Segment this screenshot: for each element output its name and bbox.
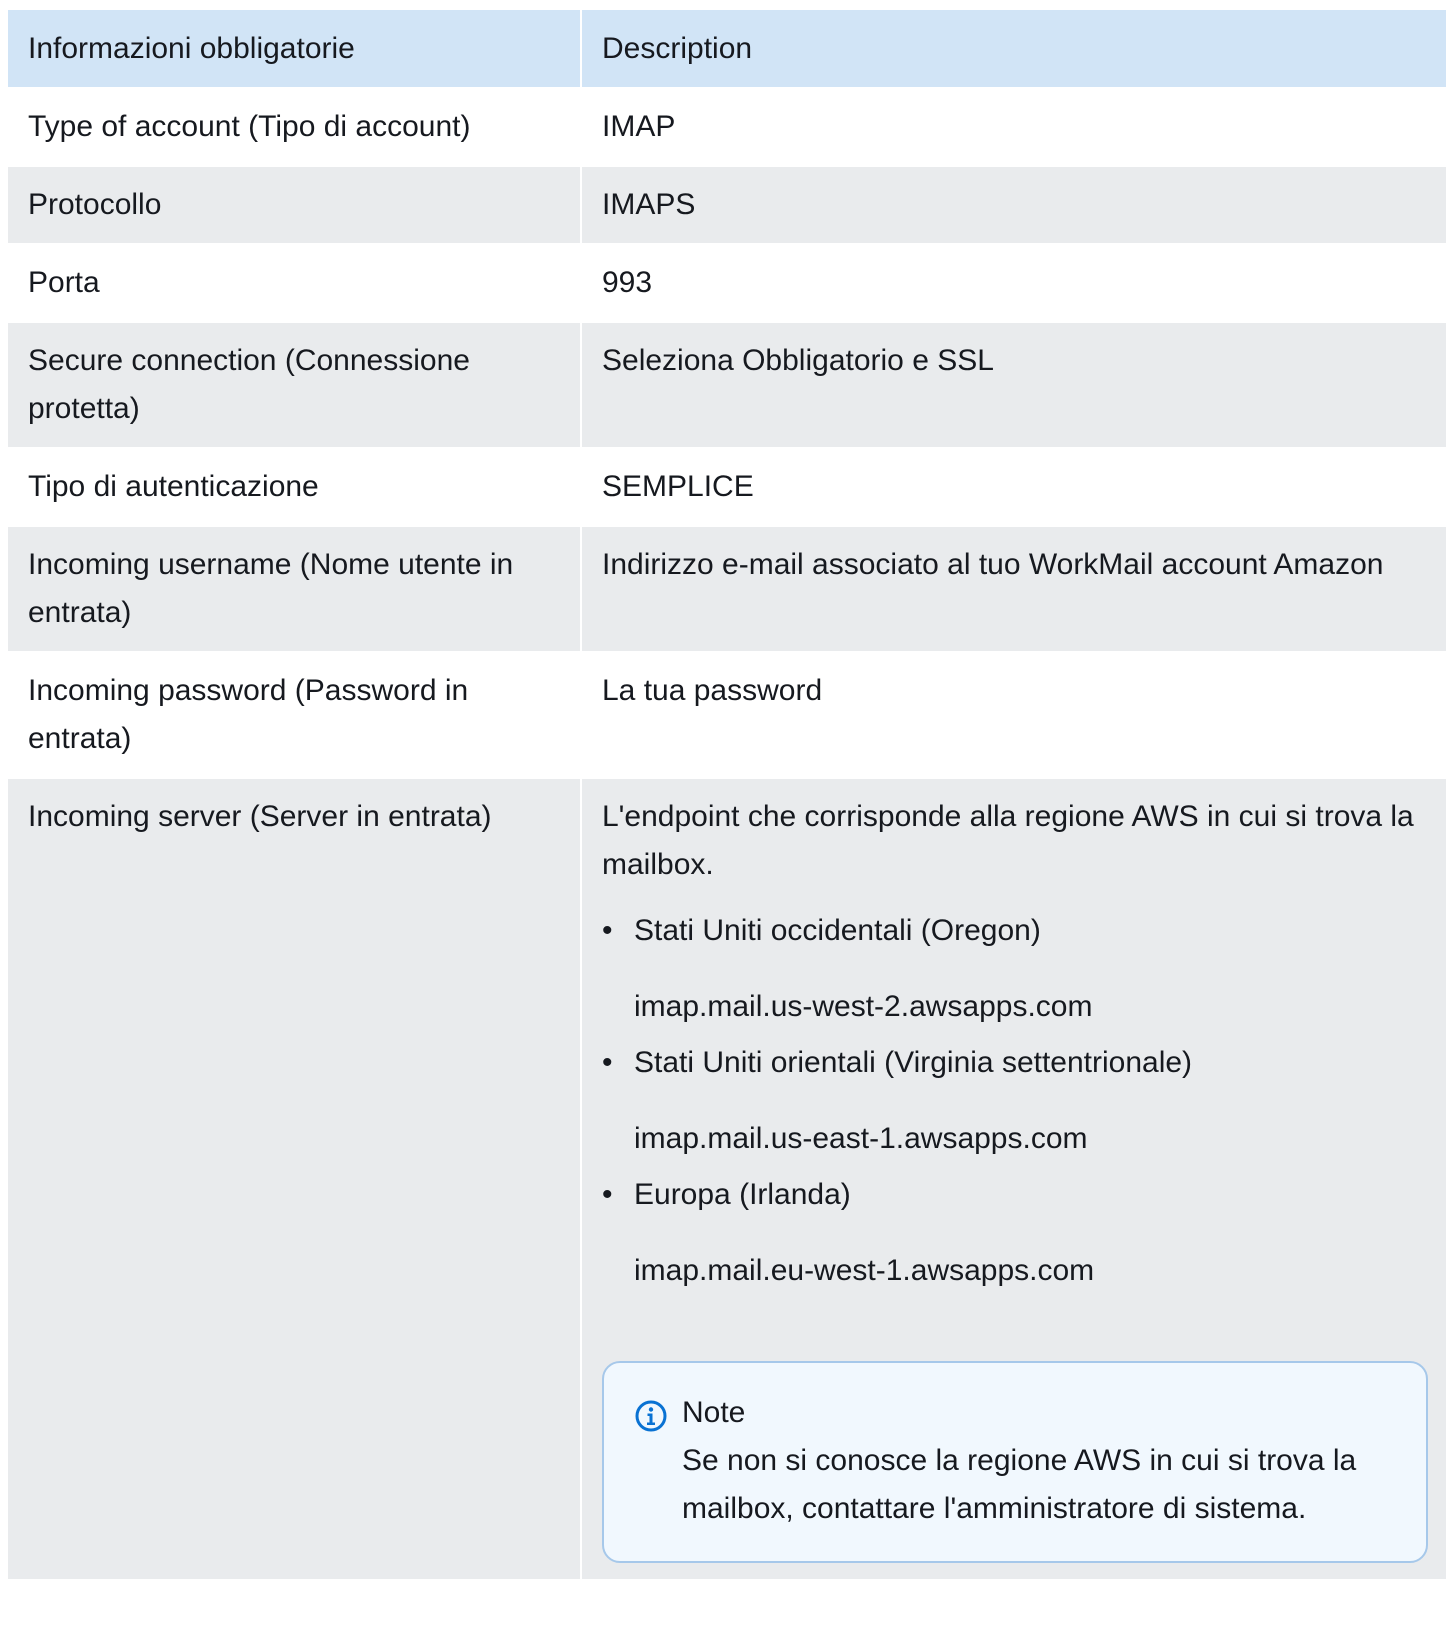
row-value-server: L'endpoint che corrisponde alla regione … [580,778,1446,1579]
row-label: Type of account (Tipo di account) [8,88,581,166]
table-row: Incoming username (Nome utente in entrat… [8,526,1446,652]
region-name: Europa (Irlanda) [634,1178,851,1211]
row-label: Tipo di autenticazione [8,448,581,526]
table-row: Type of account (Tipo di account) IMAP [8,88,1446,166]
row-label: Secure connection (Connessione protetta) [8,322,581,448]
row-label: Protocollo [8,166,581,244]
table-row: Protocollo IMAPS [8,166,1446,244]
settings-table-container: Informazioni obbligatorie Description Ty… [8,10,1446,1579]
row-value: 993 [580,244,1446,322]
bullet-icon: • [602,914,613,947]
row-label: Incoming username (Nome utente in entrat… [8,526,581,652]
note-callout: Note Se non si conosce la regione AWS in… [602,1361,1428,1563]
table-row: Incoming password (Password in entrata) … [8,652,1446,778]
note-text: Se non si conosce la regione AWS in cui … [682,1444,1357,1525]
region-endpoint: imap.mail.us-east-1.awsapps.com [634,1122,1088,1155]
list-item: • Stati Uniti orientali (Virginia setten… [602,1039,1426,1163]
row-value: Seleziona Obbligatorio e SSL [580,322,1446,448]
bullet-icon: • [602,1178,613,1211]
list-item: • Europa (Irlanda) imap.mail.eu-west-1.a… [602,1171,1426,1295]
note-body: Note Se non si conosce la regione AWS in… [682,1389,1396,1533]
imap-settings-table: Informazioni obbligatorie Description Ty… [8,10,1446,1579]
server-intro-text: L'endpoint che corrisponde alla regione … [602,800,1414,881]
row-value: IMAPS [580,166,1446,244]
table-row: Porta 993 [8,244,1446,322]
region-name: Stati Uniti occidentali (Oregon) [634,914,1041,947]
header-required-info: Informazioni obbligatorie [8,10,581,88]
bullet-icon: • [602,1046,613,1079]
region-endpoint: imap.mail.us-west-2.awsapps.com [634,990,1093,1023]
region-endpoint: imap.mail.eu-west-1.awsapps.com [634,1254,1095,1287]
row-value: IMAP [580,88,1446,166]
info-icon [634,1399,668,1433]
row-label: Porta [8,244,581,322]
row-label: Incoming server (Server in entrata) [8,778,581,1579]
row-value: Indirizzo e-mail associato al tuo WorkMa… [580,526,1446,652]
region-name: Stati Uniti orientali (Virginia settentr… [634,1046,1193,1079]
table-row: Tipo di autenticazione SEMPLICE [8,448,1446,526]
note-title: Note [682,1396,746,1429]
table-row: Secure connection (Connessione protetta)… [8,322,1446,448]
header-description: Description [580,10,1446,88]
list-item: • Stati Uniti occidentali (Oregon) imap.… [602,907,1426,1031]
row-value: La tua password [580,652,1446,778]
table-header-row: Informazioni obbligatorie Description [8,10,1446,88]
region-list: • Stati Uniti occidentali (Oregon) imap.… [602,907,1426,1295]
row-value: SEMPLICE [580,448,1446,526]
row-label: Incoming password (Password in entrata) [8,652,581,778]
table-row-incoming-server: Incoming server (Server in entrata) L'en… [8,778,1446,1579]
